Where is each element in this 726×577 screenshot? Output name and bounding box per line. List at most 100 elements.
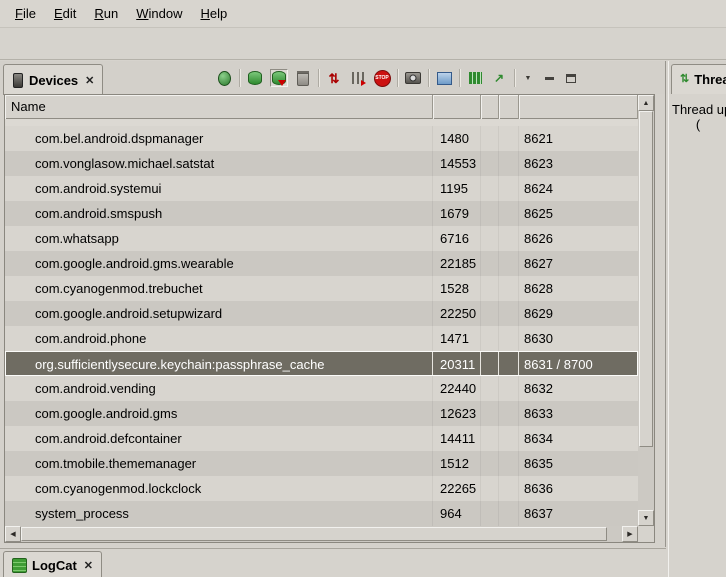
empty-cell: [499, 151, 519, 176]
process-name-cell: com.android.vending: [5, 376, 433, 401]
port-cell: 8631 / 8700: [519, 352, 638, 375]
screen-capture-icon[interactable]: [404, 69, 422, 87]
table-row[interactable]: com.google.android.gms 12623 8633: [5, 401, 638, 426]
close-icon[interactable]: ✕: [82, 559, 93, 572]
scroll-down-icon[interactable]: ▼: [638, 510, 654, 526]
scroll-up-icon[interactable]: ▲: [638, 95, 654, 111]
toolbar-separator: [318, 69, 319, 87]
port-cell: 8636: [519, 476, 638, 501]
column-header-a[interactable]: [481, 95, 499, 119]
vertical-scroll-thumb[interactable]: [639, 111, 653, 447]
pid-cell: 1480: [433, 126, 481, 151]
empty-cell: [481, 201, 499, 226]
table-row[interactable]: com.android.defcontainer 14411 8634: [5, 426, 638, 451]
menu-help[interactable]: Help: [191, 2, 236, 25]
dump-hprof-icon[interactable]: [270, 69, 288, 87]
empty-cell: [481, 151, 499, 176]
cause-gc-icon[interactable]: [294, 69, 312, 87]
process-name-cell: com.google.android.gms: [5, 401, 433, 426]
table-row[interactable]: com.vonglasow.michael.satstat 14553 8623: [5, 151, 638, 176]
column-header-b[interactable]: [499, 95, 519, 119]
toolbar-separator: [428, 69, 429, 87]
tab-logcat[interactable]: LogCat ✕: [3, 551, 102, 577]
device-phone-icon: [12, 71, 24, 89]
port-cell: 8626: [519, 226, 638, 251]
table-row[interactable]: com.android.vending 22440 8632: [5, 376, 638, 401]
empty-cell: [481, 176, 499, 201]
table-row[interactable]: com.android.phone 1471 8630: [5, 326, 638, 351]
devices-toolbar: ⇅ STOP ↗ ▼: [215, 65, 579, 91]
view-menu-icon[interactable]: ▼: [521, 69, 535, 87]
empty-cell: [499, 326, 519, 351]
table-row[interactable]: com.cyanogenmod.lockclock 22265 8636: [5, 476, 638, 501]
table-row[interactable]: org.sufficientlysecure.keychain:passphra…: [5, 351, 638, 376]
process-name-cell: com.android.phone: [5, 326, 433, 351]
pid-cell: 964: [433, 501, 481, 526]
process-name-cell: com.google.android.gms.wearable: [5, 251, 433, 276]
table-row[interactable]: com.whatsapp 6716 8626: [5, 226, 638, 251]
pid-cell: 22185: [433, 251, 481, 276]
column-header-name[interactable]: Name: [5, 95, 433, 119]
table-row[interactable]: com.bel.android.dspmanager 1480 8621: [5, 126, 638, 151]
empty-cell: [481, 352, 499, 375]
empty-cell: [481, 251, 499, 276]
tab-devices[interactable]: Devices ✕: [3, 64, 103, 95]
horizontal-scrollbar[interactable]: ◀ ▶: [5, 526, 638, 542]
stop-process-icon[interactable]: STOP: [373, 69, 391, 87]
port-cell: 8634: [519, 426, 638, 451]
devices-view-header: Devices ✕ ⇅ STOP ↗: [0, 61, 665, 94]
port-cell: 8629: [519, 301, 638, 326]
empty-cell: [499, 426, 519, 451]
minimize-icon[interactable]: [541, 69, 557, 87]
table-row[interactable]: com.android.smspush 1679 8625: [5, 201, 638, 226]
pid-cell: 22250: [433, 301, 481, 326]
table-row[interactable]: com.android.systemui 1195 8624: [5, 176, 638, 201]
process-name-cell: com.cyanogenmod.trebuchet: [5, 276, 433, 301]
threads-message-line1: Thread up: [669, 102, 726, 117]
empty-cell: [499, 401, 519, 426]
empty-cell: [481, 476, 499, 501]
column-header-pid[interactable]: [433, 95, 481, 119]
maximize-icon[interactable]: [563, 69, 579, 87]
process-name-cell: com.google.android.setupwizard: [5, 301, 433, 326]
table-row[interactable]: com.google.android.setupwizard 22250 862…: [5, 301, 638, 326]
empty-cell: [499, 276, 519, 301]
scroll-left-icon[interactable]: ◀: [5, 526, 21, 542]
tab-threads[interactable]: ⇅ Threads: [671, 64, 726, 94]
debug-icon[interactable]: [215, 69, 233, 87]
table-row[interactable]: com.google.android.gms.wearable 22185 86…: [5, 251, 638, 276]
menu-window[interactable]: Window: [127, 2, 191, 25]
bottom-tab-strip: LogCat ✕: [0, 548, 666, 577]
process-name-cell: com.android.defcontainer: [5, 426, 433, 451]
empty-cell: [481, 226, 499, 251]
pid-cell: 22440: [433, 376, 481, 401]
update-threads-icon[interactable]: ⇅: [325, 69, 343, 87]
vertical-scrollbar[interactable]: ▲ ▼: [638, 95, 654, 526]
menu-edit[interactable]: Edit: [45, 2, 85, 25]
system-bars-icon[interactable]: [466, 69, 484, 87]
column-header-port[interactable]: [519, 95, 638, 119]
update-heap-icon[interactable]: [246, 69, 264, 87]
menu-run[interactable]: Run: [85, 2, 127, 25]
method-profiling-icon[interactable]: [349, 69, 367, 87]
empty-cell: [481, 376, 499, 401]
devices-view: Devices ✕ ⇅ STOP ↗: [0, 61, 666, 547]
ui-hierarchy-icon[interactable]: [435, 69, 453, 87]
trend-arrow-icon[interactable]: ↗: [490, 69, 508, 87]
table-row[interactable]: system_process 964 8637: [5, 501, 638, 526]
port-cell: 8623: [519, 151, 638, 176]
table-row[interactable]: com.tmobile.thememanager 1512 8635: [5, 451, 638, 476]
port-cell: 8637: [519, 501, 638, 526]
menu-file[interactable]: File: [6, 2, 45, 25]
port-cell: 8627: [519, 251, 638, 276]
pid-cell: 1512: [433, 451, 481, 476]
empty-cell: [499, 126, 519, 151]
logcat-icon: [12, 558, 27, 573]
table-row[interactable]: com.cyanogenmod.trebuchet 1528 8628: [5, 276, 638, 301]
port-cell: 8630: [519, 326, 638, 351]
horizontal-scroll-thumb[interactable]: [21, 527, 607, 541]
close-icon[interactable]: ✕: [83, 74, 94, 87]
process-name-cell: com.vonglasow.michael.satstat: [5, 151, 433, 176]
pid-cell: 12623: [433, 401, 481, 426]
scroll-right-icon[interactable]: ▶: [622, 526, 638, 542]
